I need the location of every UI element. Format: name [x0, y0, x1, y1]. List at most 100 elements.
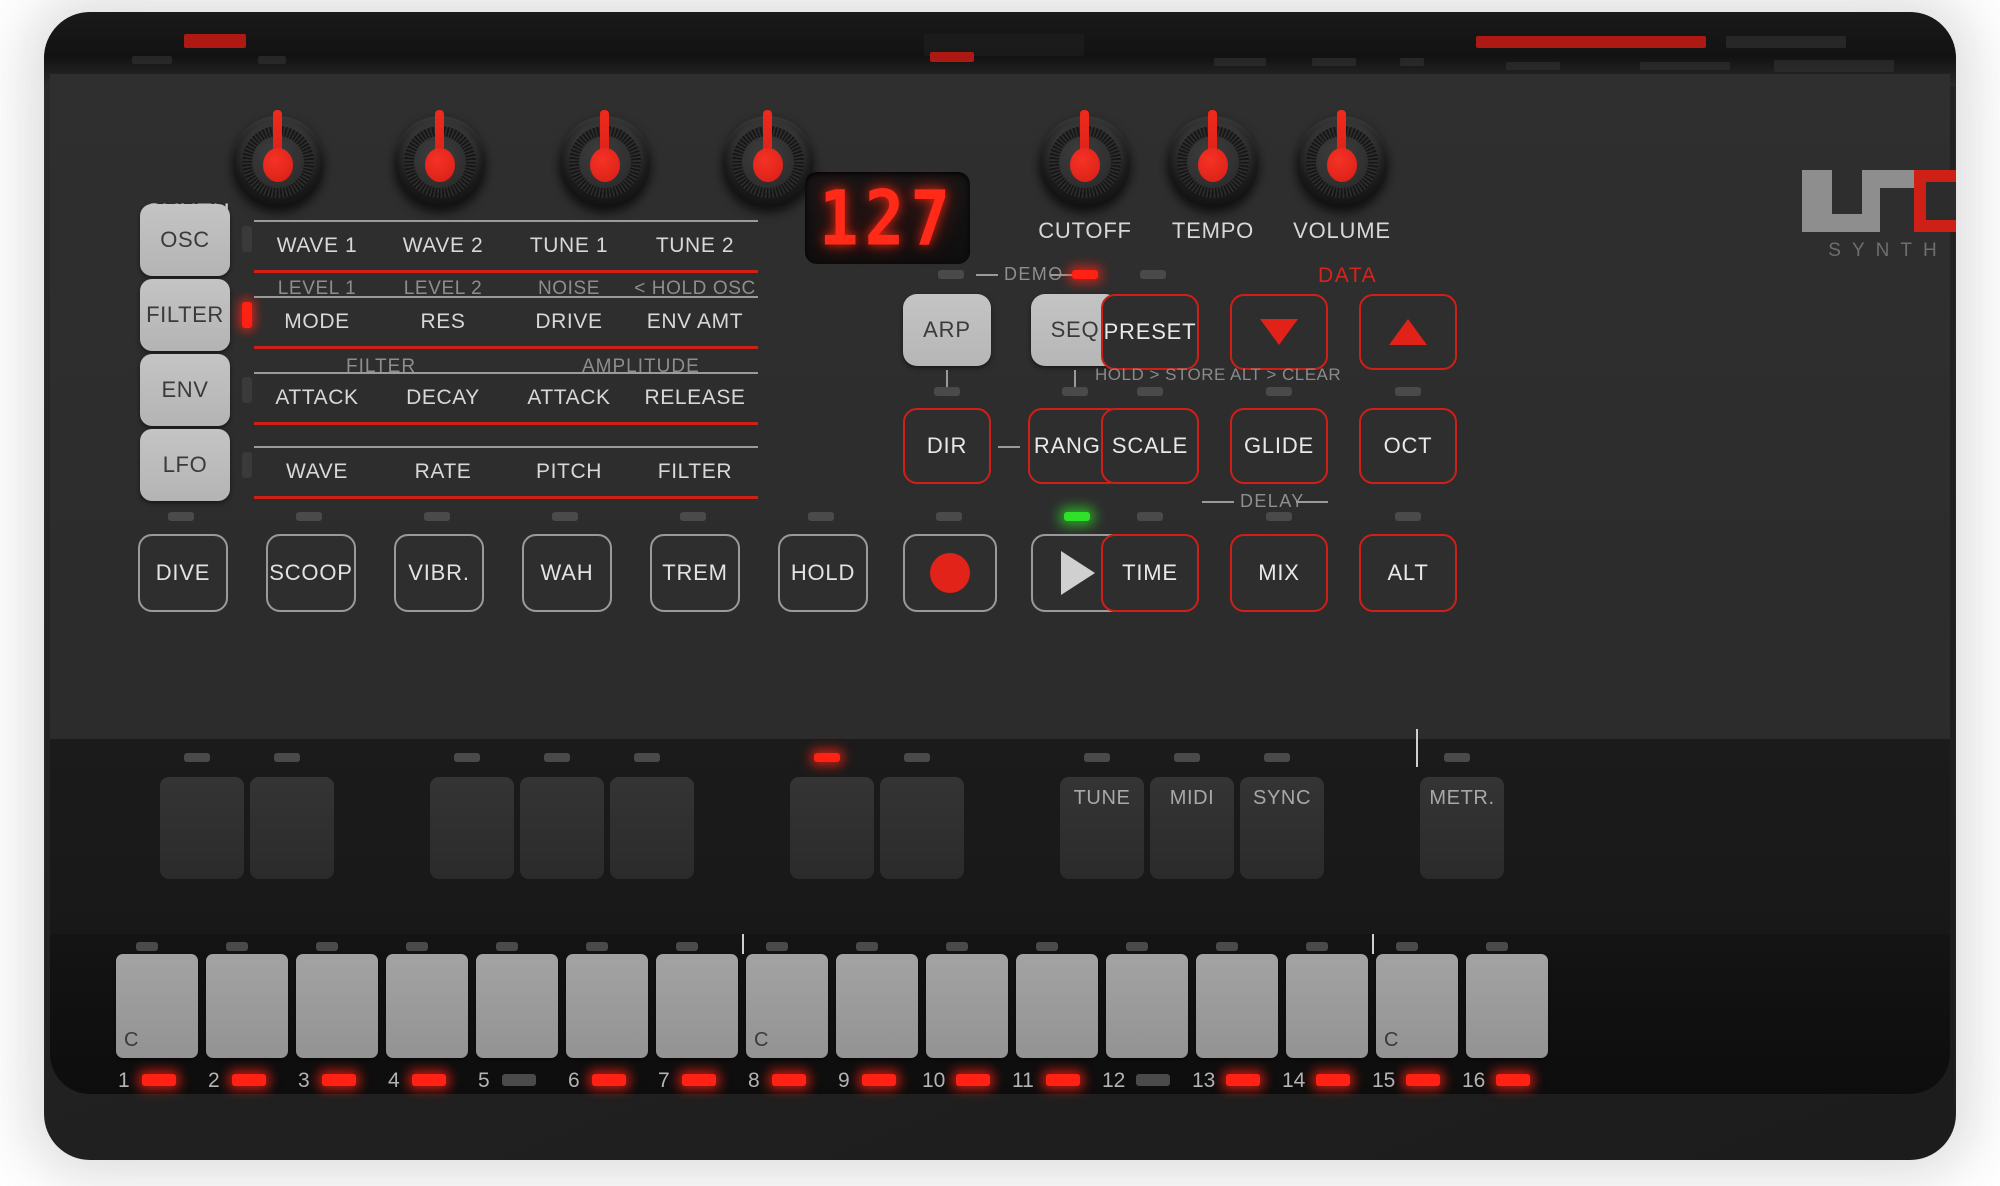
key-led-upper [406, 942, 428, 951]
knob-tune-1[interactable] [555, 106, 655, 216]
step-led-10 [956, 1074, 990, 1086]
param-label: ATTACK [275, 386, 359, 409]
dir-button[interactable]: DIR [903, 408, 991, 484]
scoop-led [296, 512, 322, 521]
step-led-16 [1496, 1074, 1530, 1086]
knob-wave-1[interactable] [228, 106, 328, 216]
data-down-button[interactable] [1230, 294, 1328, 370]
key-9[interactable] [836, 954, 918, 1058]
edge-marking [1476, 36, 1706, 48]
arp-button[interactable]: ARP [903, 294, 991, 366]
key-1[interactable]: C [116, 954, 198, 1058]
pad-led-4 [544, 753, 570, 762]
key-4[interactable] [386, 954, 468, 1058]
edge-marking [184, 34, 246, 48]
key-3[interactable] [296, 954, 378, 1058]
glide-led [1266, 387, 1292, 396]
pad-led-2 [274, 753, 300, 762]
pad-7[interactable] [880, 777, 964, 879]
knob-wave-2[interactable] [390, 106, 490, 216]
step-number-14: 14 [1282, 1069, 1306, 1092]
scoop-button[interactable]: SCOOP [266, 534, 356, 612]
step-led-15 [1406, 1074, 1440, 1086]
record-icon [930, 553, 970, 593]
pad-led-midi [1174, 753, 1200, 762]
alt-led [1395, 512, 1421, 521]
section-button-env[interactable]: ENV [140, 354, 230, 426]
oct-button[interactable]: OCT [1359, 408, 1457, 484]
key-8[interactable]: C [746, 954, 828, 1058]
key-led-upper [1306, 942, 1328, 951]
key-note-label: C [124, 1029, 139, 1051]
key-7[interactable] [656, 954, 738, 1058]
vibr-button[interactable]: VIBR. [394, 534, 484, 612]
scale-button[interactable]: SCALE [1101, 408, 1199, 484]
knob-tempo[interactable]: TEMPO [1163, 106, 1263, 243]
edge-marking [930, 52, 974, 62]
demo-dash-left [976, 274, 998, 276]
param-label: RATE [414, 460, 472, 483]
octave-divider-tick [1372, 934, 1374, 954]
step-led-11 [1046, 1074, 1080, 1086]
time-button[interactable]: TIME [1101, 534, 1199, 612]
record-button[interactable] [903, 534, 997, 612]
step-number-13: 13 [1192, 1069, 1216, 1092]
section-button-lfo[interactable]: LFO [140, 429, 230, 501]
pad-6[interactable] [790, 777, 874, 879]
dive-led [168, 512, 194, 521]
display-value: 127 [818, 173, 957, 263]
key-13[interactable] [1196, 954, 1278, 1058]
pad-3[interactable] [430, 777, 514, 879]
oct-button-label: OCT [1383, 433, 1433, 458]
glide-button[interactable]: GLIDE [1230, 408, 1328, 484]
preset-button[interactable]: PRESET [1101, 294, 1199, 370]
pad-sync[interactable]: SYNC [1240, 777, 1324, 879]
edge-marking [1774, 60, 1894, 72]
key-10[interactable] [926, 954, 1008, 1058]
key-led-upper [1036, 942, 1058, 951]
key-11[interactable] [1016, 954, 1098, 1058]
knob-tune-2[interactable] [718, 106, 818, 216]
uno-logo-mark [1802, 170, 1956, 232]
glide-button-label: GLIDE [1243, 433, 1315, 458]
key-15[interactable]: C [1376, 954, 1458, 1058]
step-led-12 [1136, 1074, 1170, 1086]
time-button-label: TIME [1122, 560, 1178, 585]
step-number-4: 4 [388, 1069, 400, 1092]
key-5[interactable] [476, 954, 558, 1058]
data-up-button[interactable] [1359, 294, 1457, 370]
key-led-upper [946, 942, 968, 951]
step-led-1 [142, 1074, 176, 1086]
hold-button[interactable]: HOLD [778, 534, 868, 612]
knob-volume[interactable]: VOLUME [1292, 106, 1392, 243]
key-14[interactable] [1286, 954, 1368, 1058]
key-16[interactable] [1466, 954, 1548, 1058]
section-button-filter[interactable]: FILTER [140, 279, 230, 351]
pad-2[interactable] [250, 777, 334, 879]
pad-tune[interactable]: TUNE [1060, 777, 1144, 879]
edge-marking [1640, 62, 1730, 70]
data-down-hint: ALT > CLEAR [1230, 365, 1342, 384]
delay-dash-right [1296, 501, 1328, 503]
key-6[interactable] [566, 954, 648, 1058]
dive-button[interactable]: DIVE [138, 534, 228, 612]
wah-button[interactable]: WAH [522, 534, 612, 612]
pad-led-sync [1264, 753, 1290, 762]
alt-button[interactable]: ALT [1359, 534, 1457, 612]
pad-5[interactable] [610, 777, 694, 879]
section-button-osc[interactable]: OSC [140, 204, 230, 276]
knob-cutoff[interactable]: CUTOFF [1035, 106, 1135, 243]
trem-led [680, 512, 706, 521]
step-number-1: 1 [118, 1069, 130, 1092]
step-number-3: 3 [298, 1069, 310, 1092]
key-2[interactable] [206, 954, 288, 1058]
key-12[interactable] [1106, 954, 1188, 1058]
range-led [1062, 387, 1088, 396]
pad-1[interactable] [160, 777, 244, 879]
param-label: WAVE 1 [276, 234, 358, 257]
pad-4[interactable] [520, 777, 604, 879]
mix-button[interactable]: MIX [1230, 534, 1328, 612]
pad-metr[interactable]: METR. [1420, 777, 1504, 879]
pad-midi[interactable]: MIDI [1150, 777, 1234, 879]
trem-button[interactable]: TREM [650, 534, 740, 612]
